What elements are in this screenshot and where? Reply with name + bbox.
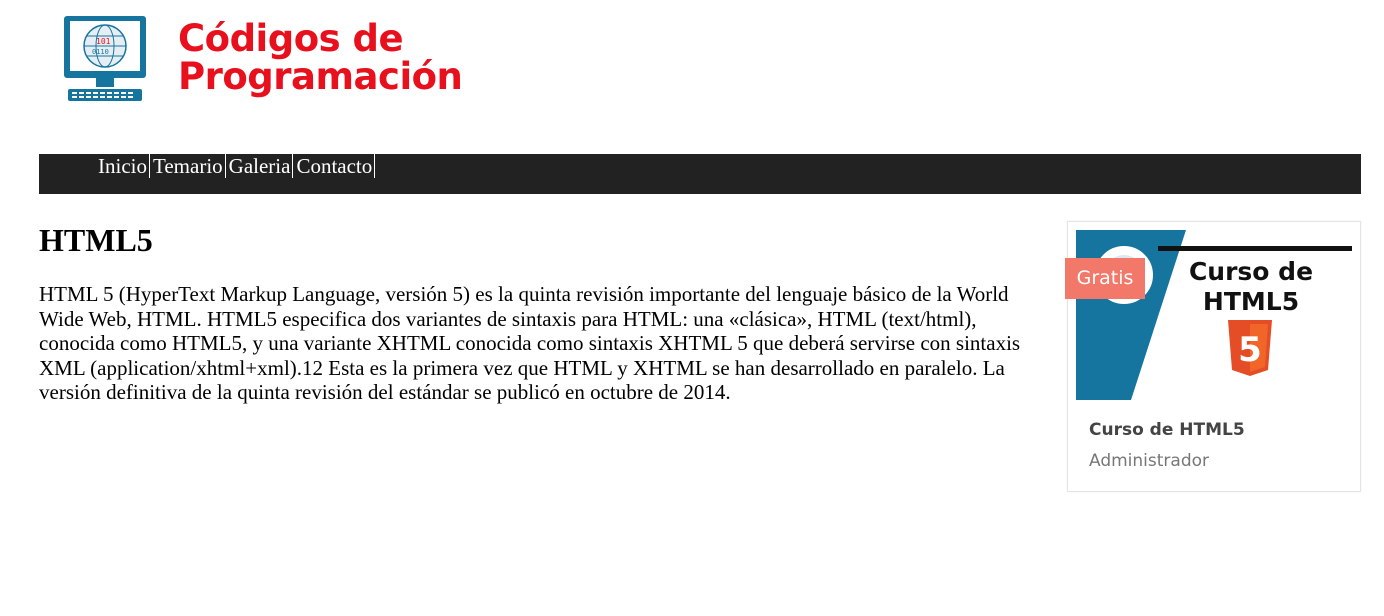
logo-line-1: Códigos de [178,17,404,60]
nav-item-inicio[interactable]: Inicio [98,154,150,178]
course-thumbnail[interactable]: Curso de HTML5 5 [1076,230,1352,400]
nav-item-contacto[interactable]: Contacto [296,154,376,178]
site-header: 101 0110 Códigos de Programación [0,0,1384,154]
html5-shield-icon: 5 [1228,320,1272,376]
thumb-title-line-2: HTML5 [1203,287,1299,316]
site-logo[interactable]: 101 0110 Códigos de Programación [62,14,463,106]
main-content: HTML5 HTML 5 (HyperText Markup Language,… [39,220,1049,405]
course-author: Administrador [1089,451,1210,471]
course-title[interactable]: Curso de HTML5 [1089,420,1245,440]
computer-globe-icon: 101 0110 [64,16,146,101]
course-thumbnail-art: Curso de HTML5 5 [1076,230,1352,400]
nav-item-temario[interactable]: Temario [153,154,226,178]
logo-text: Códigos de Programación [178,17,463,98]
article-paragraph: HTML 5 (HyperText Markup Language, versi… [39,282,1021,404]
nav-menu: Inicio Temario Galeria Contacto [98,154,378,178]
course-card[interactable]: Curso de HTML5 5 Gratis Curso de HTML5 A… [1065,221,1361,492]
free-badge: Gratis [1065,258,1145,299]
nav-item-galeria[interactable]: Galeria [229,154,294,178]
svg-text:0110: 0110 [92,48,109,56]
svg-text:101: 101 [96,37,111,46]
logo-line-2: Programación [178,55,463,98]
main-navbar: Inicio Temario Galeria Contacto [39,154,1361,194]
svg-text:5: 5 [1238,330,1262,370]
thumb-title-line-1: Curso de [1189,257,1313,286]
page-title: HTML5 [39,222,153,258]
